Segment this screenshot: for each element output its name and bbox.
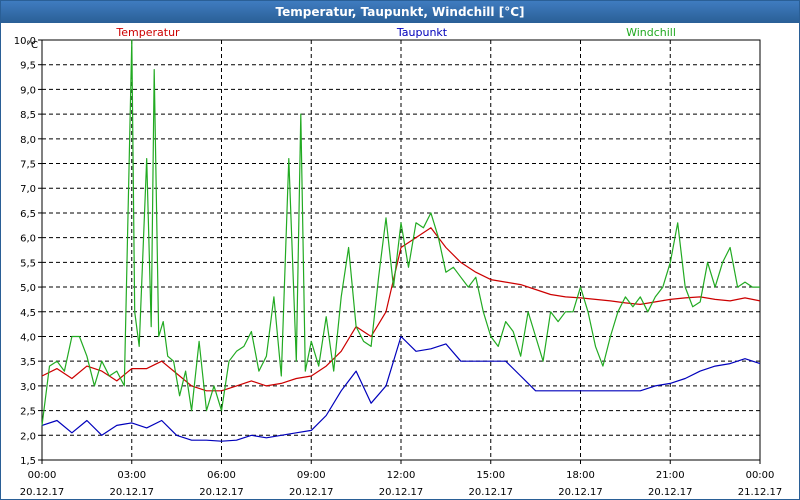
x-tick-time: 00:00	[746, 470, 775, 481]
line-chart: °C 1,52,02,53,03,54,04,55,05,56,06,57,07…	[14, 26, 783, 498]
x-tick-time: 15:00	[476, 470, 505, 481]
x-tick-date: 20.12.17	[648, 487, 693, 498]
y-tick-label: 6,5	[20, 209, 36, 220]
x-tick-date: 20.12.17	[20, 487, 65, 498]
legend: Temperatur Taupunkt Windchill	[115, 26, 676, 39]
y-tick-label: 10,0	[14, 36, 36, 47]
y-tick-label: 9,5	[20, 61, 36, 72]
x-tick-date: 20.12.17	[558, 487, 603, 498]
x-tick-date: 20.12.17	[289, 487, 334, 498]
y-tick-label: 1,5	[20, 456, 36, 467]
y-tick-label: 2,0	[20, 431, 36, 442]
y-tick-label: 5,0	[20, 283, 36, 294]
x-axis-ticks: 00:00 20.12.17 03:00 20.12.17 06:00 20.12.17 0…	[20, 460, 783, 498]
x-tick-time: 06:00	[207, 470, 236, 481]
x-tick-time: 12:00	[387, 470, 416, 481]
x-tick-time: 00:00	[28, 470, 57, 481]
y-tick-label: 6,0	[20, 234, 36, 245]
x-tick-date: 20.12.17	[468, 487, 513, 498]
x-tick-time: 21:00	[656, 470, 685, 481]
y-tick-label: 4,0	[20, 332, 36, 343]
x-tick-time: 09:00	[297, 470, 326, 481]
y-tick-label: 8,5	[20, 110, 36, 121]
x-tick-time: 18:00	[566, 470, 595, 481]
y-tick-label: 3,5	[20, 357, 36, 368]
x-tick-date: 20.12.17	[379, 487, 424, 498]
legend-item-temperatur: Temperatur	[115, 26, 180, 39]
y-tick-label: 7,5	[20, 160, 36, 171]
legend-item-taupunkt: Taupunkt	[396, 26, 448, 39]
y-tick-label: 5,5	[20, 258, 36, 269]
y-tick-label: 8,0	[20, 135, 36, 146]
y-tick-label: 3,0	[20, 382, 36, 393]
y-axis-ticks: 1,5 2,0 2,5 3,0 3,5 4,0 4,5 5,0 5,5 6,0 6,5 7,0 7,5 8…	[14, 36, 42, 467]
legend-item-windchill: Windchill	[626, 26, 676, 39]
y-tick-label: 7,0	[20, 184, 36, 195]
y-tick-label: 2,5	[20, 407, 36, 418]
y-tick-label: 4,5	[20, 308, 36, 319]
y-tick-label: 9,0	[20, 85, 36, 96]
x-tick-date: 20.12.17	[109, 487, 154, 498]
x-tick-date: 21.12.17	[738, 487, 783, 498]
x-tick-time: 03:00	[117, 470, 146, 481]
x-tick-date: 20.12.17	[199, 487, 244, 498]
